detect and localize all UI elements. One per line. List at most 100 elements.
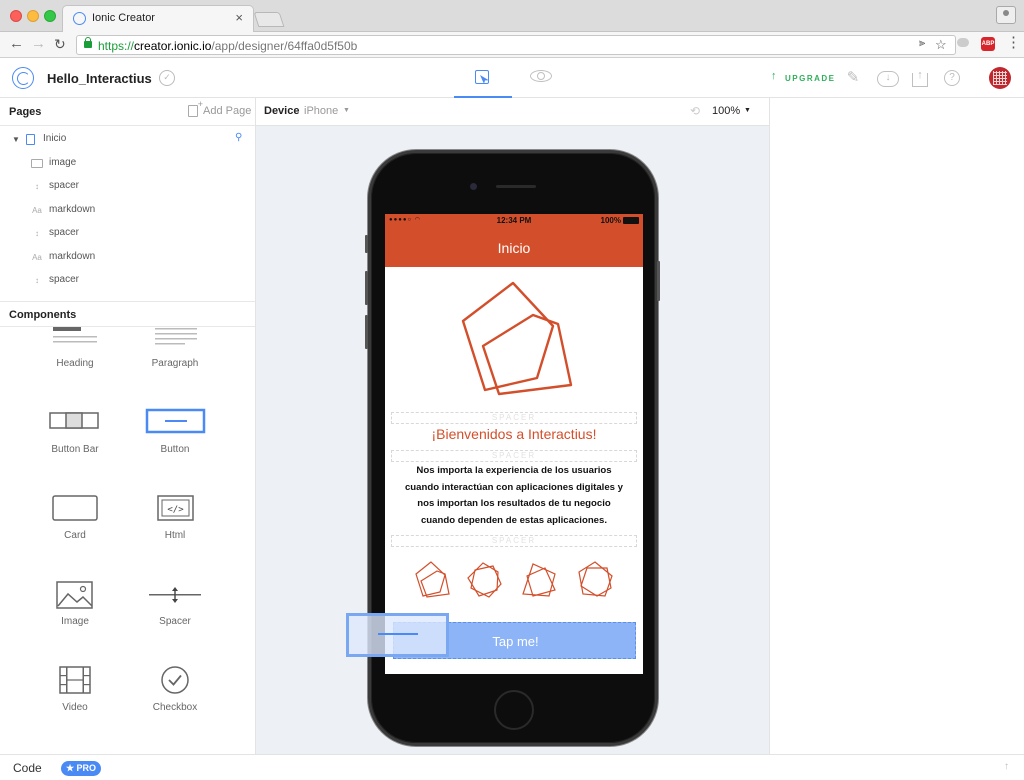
component-image[interactable]: Image <box>25 580 125 660</box>
project-name[interactable]: Hello_Interactius <box>47 71 152 86</box>
profile-icon[interactable] <box>996 6 1016 24</box>
expand-up-icon[interactable]: ↑ <box>1004 761 1009 772</box>
volume-up-button <box>365 271 368 305</box>
component-label: Video <box>62 702 88 713</box>
html-code-icon: </> <box>157 495 194 521</box>
image-node-icon <box>31 159 43 168</box>
tree-node-spacer[interactable]: ↕ spacer <box>0 271 255 294</box>
pages-header: Pages Add Page <box>0 98 255 126</box>
ios-status-bar: ●●●●○ ◠ 12:34 PM 100% <box>385 214 643 228</box>
component-spacer[interactable]: Spacer <box>125 580 225 660</box>
component-label: Spacer <box>159 616 191 627</box>
app-navbar[interactable]: Inicio <box>385 228 643 267</box>
caret-down-icon[interactable]: ▼ <box>12 135 20 144</box>
logo-variant-2-icon <box>467 562 502 598</box>
pin-icon[interactable]: ⚲ <box>235 132 242 143</box>
zoom-select[interactable]: 100% <box>712 105 740 117</box>
add-page-button[interactable]: Add Page <box>203 105 251 117</box>
design-mode-tab[interactable] <box>454 58 512 98</box>
components-header: Components <box>0 301 255 327</box>
component-card[interactable]: Card <box>25 494 125 574</box>
cloud-extension-icon[interactable] <box>957 38 969 47</box>
component-label: Image <box>61 616 89 627</box>
checkbox-check-icon <box>161 666 189 694</box>
interactius-logo-image[interactable] <box>455 280 575 400</box>
design-canvas[interactable]: Device iPhone ▼ ⟲ 100% ▼ ●●●●○ ◠ 12:34 P… <box>256 98 769 754</box>
tree-node-spacer[interactable]: ↕ spacer <box>0 224 255 247</box>
tree-page-inicio[interactable]: ▼ Inicio ⚲ <box>0 130 255 153</box>
user-avatar[interactable] <box>989 67 1011 89</box>
browser-titlebar: Ionic Creator × <box>0 0 1024 32</box>
component-label: Button Bar <box>51 444 99 455</box>
rotate-icon[interactable]: ⟲ <box>690 104 700 118</box>
browser-tab[interactable]: Ionic Creator × <box>62 5 254 32</box>
adblock-icon[interactable]: ABP <box>981 37 995 51</box>
tree-node-markdown[interactable]: Aa markdown <box>0 201 255 224</box>
tree-node-spacer[interactable]: ↕ spacer <box>0 177 255 200</box>
bookmark-star-icon[interactable]: ☆ <box>935 37 947 53</box>
component-label: Heading <box>56 358 94 369</box>
pro-badge[interactable]: ★ PRO <box>61 761 101 776</box>
cloud-download-icon[interactable]: ↓ <box>877 71 899 87</box>
properties-panel <box>769 98 1024 754</box>
svg-text:</>: </> <box>167 505 184 515</box>
front-camera <box>470 183 477 190</box>
mute-switch <box>365 235 368 253</box>
dragged-button-component[interactable] <box>346 613 449 657</box>
preview-mode-tab[interactable] <box>530 68 554 84</box>
chevron-down-icon[interactable]: ▼ <box>744 107 751 114</box>
device-select[interactable]: iPhone <box>304 105 338 117</box>
welcome-heading[interactable]: ¡Bienvenidos a Interactius! <box>385 426 643 442</box>
paint-brush-icon[interactable]: ✎ <box>844 69 862 87</box>
menu-dots-icon[interactable]: ⋮ <box>1006 35 1021 51</box>
spacer-block[interactable]: SPACER <box>391 450 637 462</box>
component-button[interactable]: Button <box>125 408 225 488</box>
tree-label: markdown <box>49 204 96 215</box>
spacer-block[interactable]: SPACER <box>391 412 637 424</box>
close-window-button[interactable] <box>10 10 22 22</box>
component-label: Paragraph <box>151 358 199 369</box>
volume-down-button <box>365 315 368 349</box>
tree-node-image[interactable]: image <box>0 154 255 177</box>
url-text: https://creator.ionic.io/app/designer/64… <box>98 39 358 53</box>
minimize-window-button[interactable] <box>27 10 39 22</box>
address-bar[interactable]: https://creator.ionic.io/app/designer/64… <box>76 35 956 55</box>
component-button-bar[interactable]: Button Bar <box>25 408 125 488</box>
spacer-icon <box>149 587 201 603</box>
ionic-logo-icon[interactable] <box>12 67 34 89</box>
tree-label: image <box>49 157 77 168</box>
component-label: Html <box>164 530 186 541</box>
status-battery: 100% <box>600 216 621 225</box>
component-html[interactable]: </> Html <box>125 494 225 574</box>
tree-label: markdown <box>49 251 96 262</box>
zoom-window-button[interactable] <box>44 10 56 22</box>
upgrade-button[interactable]: UPGRADE <box>785 74 836 83</box>
reload-icon[interactable]: ↻ <box>54 36 66 52</box>
nav-title: Inicio <box>497 240 531 256</box>
tab-title: Ionic Creator <box>92 12 155 24</box>
tree-label: Inicio <box>43 133 67 144</box>
share-export-icon[interactable]: ↑ <box>912 70 928 87</box>
spacer-block[interactable]: SPACER <box>391 535 637 547</box>
video-film-icon <box>59 666 91 694</box>
component-heading[interactable]: Heading <box>25 327 125 407</box>
new-tab-button[interactable] <box>253 12 285 27</box>
spacer-node-icon: ↕ <box>35 229 39 238</box>
earpiece-speaker <box>496 185 536 188</box>
back-arrow-icon[interactable]: ← <box>9 36 24 52</box>
close-tab-icon[interactable]: × <box>235 10 243 25</box>
code-tab[interactable]: Code <box>13 761 42 775</box>
add-page-icon[interactable] <box>188 99 203 117</box>
chevron-down-icon[interactable]: ▼ <box>343 107 350 114</box>
tree-node-markdown[interactable]: Aa markdown <box>0 248 255 271</box>
button-bar-icon <box>49 412 99 429</box>
component-paragraph[interactable]: Paragraph <box>125 327 225 407</box>
phone-screen[interactable]: ●●●●○ ◠ 12:34 PM 100% Inicio SPACER ¡Bie… <box>385 214 643 674</box>
component-video[interactable]: Video <box>25 665 125 745</box>
forward-arrow-icon[interactable]: → <box>31 36 46 52</box>
help-icon[interactable]: ? <box>944 70 960 86</box>
markdown-paragraph[interactable]: Nos importa la experiencia de los usuari… <box>395 463 633 529</box>
markdown-node-icon: Aa <box>32 253 42 262</box>
tune-icon[interactable]: ⫸ <box>919 37 925 50</box>
component-checkbox[interactable]: Checkbox <box>125 665 225 745</box>
